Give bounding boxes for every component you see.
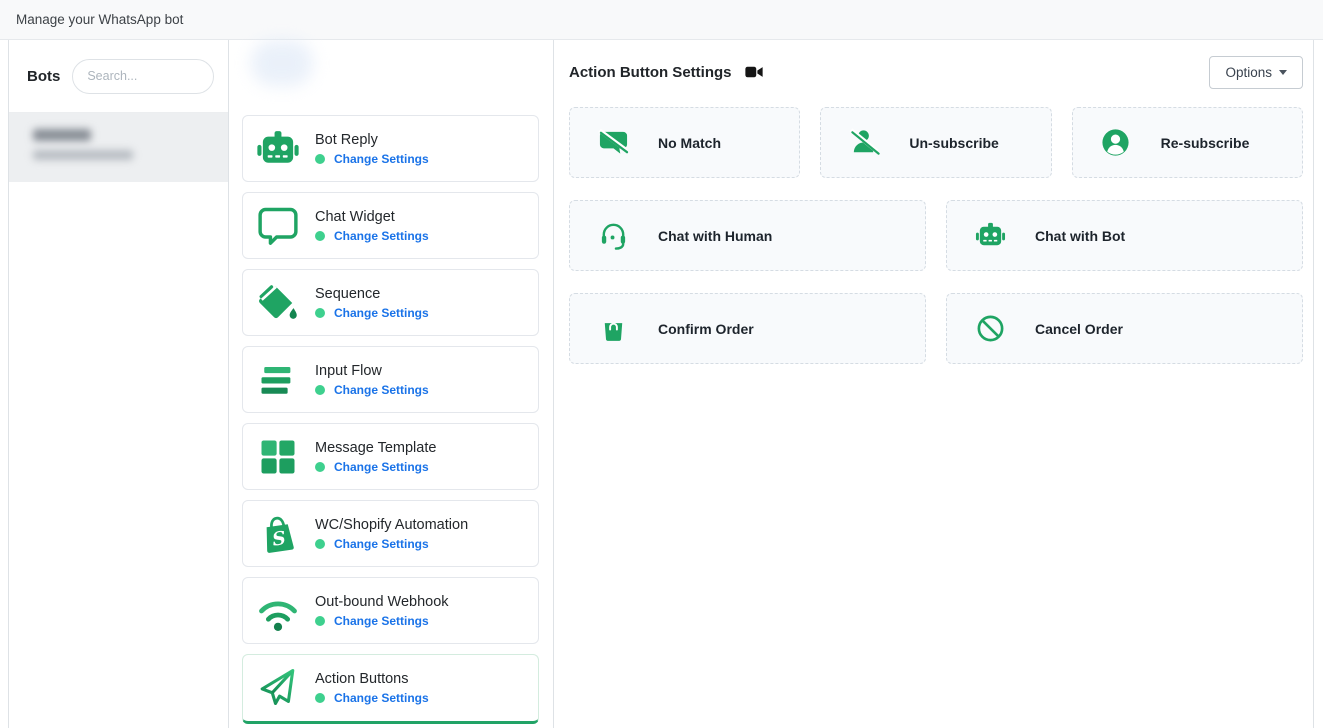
paper-plane-icon	[256, 666, 300, 710]
redacted-blob	[251, 40, 313, 86]
comment-slash-icon	[597, 127, 629, 159]
change-settings-link[interactable]: Change Settings	[334, 691, 429, 705]
action-card-label: Un-subscribe	[909, 135, 998, 151]
status-dot	[315, 154, 325, 164]
change-settings-link[interactable]: Change Settings	[334, 229, 429, 243]
redacted-bot-name	[33, 129, 91, 141]
feature-card-chat-widget[interactable]: Chat Widget Change Settings	[242, 192, 539, 259]
panel-header: Action Button Settings Options	[569, 57, 1303, 87]
action-card-label: No Match	[658, 135, 721, 151]
change-settings-link[interactable]: Change Settings	[334, 306, 429, 320]
feature-title: Action Buttons	[315, 671, 429, 687]
status-dot	[315, 385, 325, 395]
status-dot	[315, 308, 325, 318]
change-settings-link[interactable]: Change Settings	[334, 460, 429, 474]
action-card-cancel-order[interactable]: Cancel Order	[946, 293, 1303, 364]
shopify-icon: S	[256, 512, 300, 556]
robot-icon	[974, 220, 1006, 252]
bot-list-item-selected[interactable]	[9, 113, 228, 182]
feature-card-sequence[interactable]: Sequence Change Settings	[242, 269, 539, 336]
feature-card-message-template[interactable]: Message Template Change Settings	[242, 423, 539, 490]
change-settings-link[interactable]: Change Settings	[334, 152, 429, 166]
feature-card-outbound-webhook[interactable]: Out-bound Webhook Change Settings	[242, 577, 539, 644]
action-buttons-row-1: No Match Un-subscribe Re-subscribe	[569, 107, 1303, 178]
content-frame: Bots Bot Reply Change Settings	[8, 40, 1314, 728]
status-dot	[315, 231, 325, 241]
bot-search-input[interactable]	[72, 59, 214, 94]
user-slash-icon	[848, 127, 880, 159]
action-card-unsubscribe[interactable]: Un-subscribe	[820, 107, 1051, 178]
features-column: Bot Reply Change Settings Chat Widget Ch…	[229, 40, 554, 728]
topbar: Manage your WhatsApp bot	[0, 0, 1323, 40]
action-card-label: Cancel Order	[1035, 321, 1123, 337]
action-card-label: Re-subscribe	[1161, 135, 1250, 151]
change-settings-link[interactable]: Change Settings	[334, 537, 429, 551]
action-card-label: Chat with Human	[658, 228, 772, 244]
grid-icon	[256, 435, 300, 479]
feature-title: WC/Shopify Automation	[315, 517, 468, 533]
video-camera-icon	[745, 65, 763, 79]
chat-bubble-icon	[256, 204, 300, 248]
bots-title: Bots	[27, 68, 60, 85]
action-card-no-match[interactable]: No Match	[569, 107, 800, 178]
action-card-confirm-order[interactable]: Confirm Order	[569, 293, 926, 364]
feature-card-input-flow[interactable]: Input Flow Change Settings	[242, 346, 539, 413]
options-button-label: Options	[1225, 65, 1272, 80]
options-button[interactable]: Options	[1209, 56, 1303, 89]
action-buttons-row-2: Chat with Human Chat with Bot	[569, 200, 1303, 271]
wifi-icon	[256, 589, 300, 633]
user-circle-icon	[1100, 127, 1132, 159]
caret-down-icon	[1279, 70, 1287, 75]
shopping-bag-icon	[597, 313, 629, 345]
action-buttons-row-3: Confirm Order Cancel Order	[569, 293, 1303, 364]
bots-sidebar-header: Bots	[9, 40, 228, 113]
feature-card-bot-reply[interactable]: Bot Reply Change Settings	[242, 115, 539, 182]
status-dot	[315, 616, 325, 626]
bars-icon	[256, 358, 300, 402]
action-button-settings-panel: Action Button Settings Options No Match	[554, 40, 1313, 728]
status-dot	[315, 693, 325, 703]
feature-title: Sequence	[315, 286, 429, 302]
action-card-label: Chat with Bot	[1035, 228, 1125, 244]
feature-title: Message Template	[315, 440, 436, 456]
feature-title: Bot Reply	[315, 132, 429, 148]
change-settings-link[interactable]: Change Settings	[334, 614, 429, 628]
feature-card-shopify-automation[interactable]: S WC/Shopify Automation Change Settings	[242, 500, 539, 567]
action-card-label: Confirm Order	[658, 321, 754, 337]
robot-icon	[256, 127, 300, 171]
feature-title: Chat Widget	[315, 209, 429, 225]
action-card-chat-with-human[interactable]: Chat with Human	[569, 200, 926, 271]
status-dot	[315, 462, 325, 472]
page-title: Manage your WhatsApp bot	[16, 12, 183, 27]
action-card-resubscribe[interactable]: Re-subscribe	[1072, 107, 1303, 178]
redacted-bot-phone	[33, 150, 133, 160]
bots-sidebar: Bots	[9, 40, 229, 728]
paint-bucket-icon	[256, 281, 300, 325]
feature-card-action-buttons[interactable]: Action Buttons Change Settings	[242, 654, 539, 724]
headset-icon	[597, 220, 629, 252]
feature-title: Input Flow	[315, 363, 429, 379]
panel-title: Action Button Settings	[569, 64, 731, 81]
change-settings-link[interactable]: Change Settings	[334, 383, 429, 397]
action-card-chat-with-bot[interactable]: Chat with Bot	[946, 200, 1303, 271]
feature-title: Out-bound Webhook	[315, 594, 449, 610]
status-dot	[315, 539, 325, 549]
ban-icon	[974, 313, 1006, 345]
